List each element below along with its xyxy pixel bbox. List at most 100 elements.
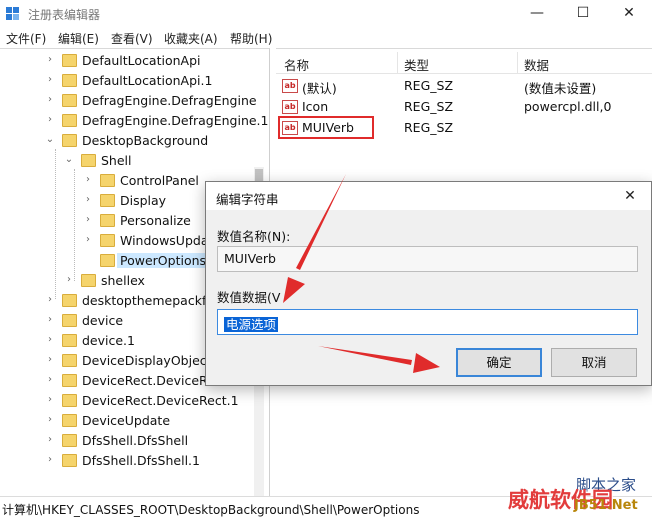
open-folder-icon [81,154,96,167]
expand-chevron-icon[interactable]: › [83,234,93,246]
tree-item-label: desktopthemepackfil [82,293,214,308]
folder-icon [100,194,115,207]
expand-chevron-icon[interactable]: › [45,314,55,326]
tree-item-label: Shell [101,153,132,168]
tree-item-label: DeviceDisplayObject [82,353,212,368]
expand-chevron-icon[interactable]: › [45,374,55,386]
column-divider[interactable] [397,52,398,74]
folder-icon [62,354,77,367]
folder-icon [62,394,77,407]
value-data-input[interactable]: 电源选项 [217,309,638,335]
column-header-data[interactable]: 数据 [524,55,549,74]
menu-favorites[interactable]: 收藏夹(A) [164,30,218,47]
edit-string-dialog: 编辑字符串 ✕ 数值名称(N): MUIVerb 数值数据(V 电源选项 确定 … [205,181,652,386]
tree-item-shell[interactable]: ⌄ Shell [0,151,260,171]
tree-item-deviceupdate[interactable]: › DeviceUpdate [0,411,260,431]
folder-icon [62,314,77,327]
expand-chevron-icon[interactable]: › [45,434,55,446]
value-name: (默认) [302,81,337,96]
tree-item-label: DeviceRect.DeviceRect.1 [82,393,239,408]
minimize-button[interactable]: — [514,0,560,28]
tree-item-defaultlocationapi-1[interactable]: › DefaultLocationApi.1 [0,71,260,91]
folder-icon [62,414,77,427]
folder-icon [100,254,115,267]
tree-item-defragengine-1[interactable]: › DefragEngine.DefragEngine.1 [0,111,268,131]
tree-item-label: shellex [101,273,145,288]
folder-icon [62,94,77,107]
tree-item-desktopbackground[interactable]: ⌄ DesktopBackground [0,131,260,151]
collapse-chevron-icon[interactable]: ⌄ [45,134,55,146]
string-value-icon: ab [282,79,298,93]
tree-item-label: DfsShell.DfsShell [82,433,189,448]
expand-chevron-icon[interactable]: › [45,114,55,126]
key-path-text: 计算机\HKEY_CLASSES_ROOT\DesktopBackground\… [2,503,420,517]
tree-item-label: Display [120,193,167,208]
tree-item-label: DefaultLocationApi [82,53,201,68]
folder-icon [62,54,77,67]
registry-editor-window: 注册表编辑器 — ☐ ✕ 文件(F) 编辑(E) 查看(V) 收藏夹(A) 帮助… [0,0,652,518]
watermark-line-3: JB51.Net [574,498,638,513]
expand-chevron-icon[interactable]: › [45,334,55,346]
cancel-button[interactable]: 取消 [551,348,637,377]
tree-item-label: DfsShell.DfsShell.1 [82,453,200,468]
value-data-label: 数值数据(V [217,290,281,305]
column-header-name[interactable]: 名称 [284,55,309,74]
dialog-close-button[interactable]: ✕ [618,186,642,206]
expand-chevron-icon[interactable]: › [45,414,55,426]
selected-value-text[interactable]: 电源选项 [224,317,279,332]
folder-icon [62,114,77,127]
value-type: REG_SZ [404,99,454,114]
expand-chevron-icon[interactable]: › [45,94,55,106]
expand-chevron-icon[interactable]: › [45,294,55,306]
tree-item-defragengine[interactable]: › DefragEngine.DefragEngine [0,91,260,111]
expand-chevron-icon[interactable]: › [45,54,55,66]
open-folder-icon [62,134,77,147]
ok-button[interactable]: 确定 [456,348,542,377]
menu-help[interactable]: 帮助(H) [230,30,272,47]
value-data: powercpl.dll,0 [524,99,612,114]
expand-chevron-icon[interactable]: › [83,194,93,206]
menu-file[interactable]: 文件(F) [6,30,46,47]
collapse-chevron-icon[interactable]: ⌄ [64,154,74,166]
value-name-field: MUIVerb [217,246,638,272]
string-value-icon: ab [282,100,298,114]
tree-item-label: ControlPanel [120,173,199,188]
expand-chevron-icon[interactable]: › [45,394,55,406]
column-divider[interactable] [517,52,518,74]
muiverb-annotation-box [278,116,374,139]
expand-chevron-icon[interactable]: › [45,454,55,466]
tree-item-label: PowerOptions [117,253,210,268]
value-row-icon[interactable]: ab Icon REG_SZ powercpl.dll,0 [276,97,652,117]
column-header-type[interactable]: 类型 [404,55,429,74]
value-name-label: 数值名称(N): [217,229,291,244]
expand-chevron-icon[interactable]: › [83,214,93,226]
tree-item-dfsshell[interactable]: › DfsShell.DfsShell [0,431,260,451]
value-row-default[interactable]: ab (默认) REG_SZ (数值未设置) [276,76,652,96]
tree-item-label: DefragEngine.DefragEngine.1 [82,113,269,128]
menu-edit[interactable]: 编辑(E) [58,30,99,47]
expand-chevron-icon[interactable]: › [45,354,55,366]
tree-item-label: DesktopBackground [82,133,209,148]
tree-item-label: DefragEngine.DefragEngine [82,93,257,108]
list-header: 名称 类型 数据 [276,50,652,74]
expand-chevron-icon[interactable]: › [64,274,74,286]
folder-icon [62,374,77,387]
folder-icon [100,214,115,227]
tree-item-label: DefaultLocationApi.1 [82,73,213,88]
folder-icon [62,334,77,347]
tree-item-dfsshell-1[interactable]: › DfsShell.DfsShell.1 [0,451,260,471]
folder-icon [62,294,77,307]
expand-chevron-icon[interactable]: › [45,74,55,86]
tree-item-devicerect-1[interactable]: › DeviceRect.DeviceRect.1 [0,391,260,411]
value-name-text: MUIVerb [224,251,276,266]
value-name: Icon [302,99,329,114]
maximize-button[interactable]: ☐ [560,0,606,28]
value-type: REG_SZ [404,78,454,93]
close-button[interactable]: ✕ [606,0,652,28]
menu-view[interactable]: 查看(V) [111,30,153,47]
folder-icon [100,234,115,247]
folder-icon [100,174,115,187]
expand-chevron-icon[interactable]: › [83,174,93,186]
tree-item-defaultlocationapi[interactable]: › DefaultLocationApi [0,51,260,71]
tree-item-label: device.1 [82,333,135,348]
